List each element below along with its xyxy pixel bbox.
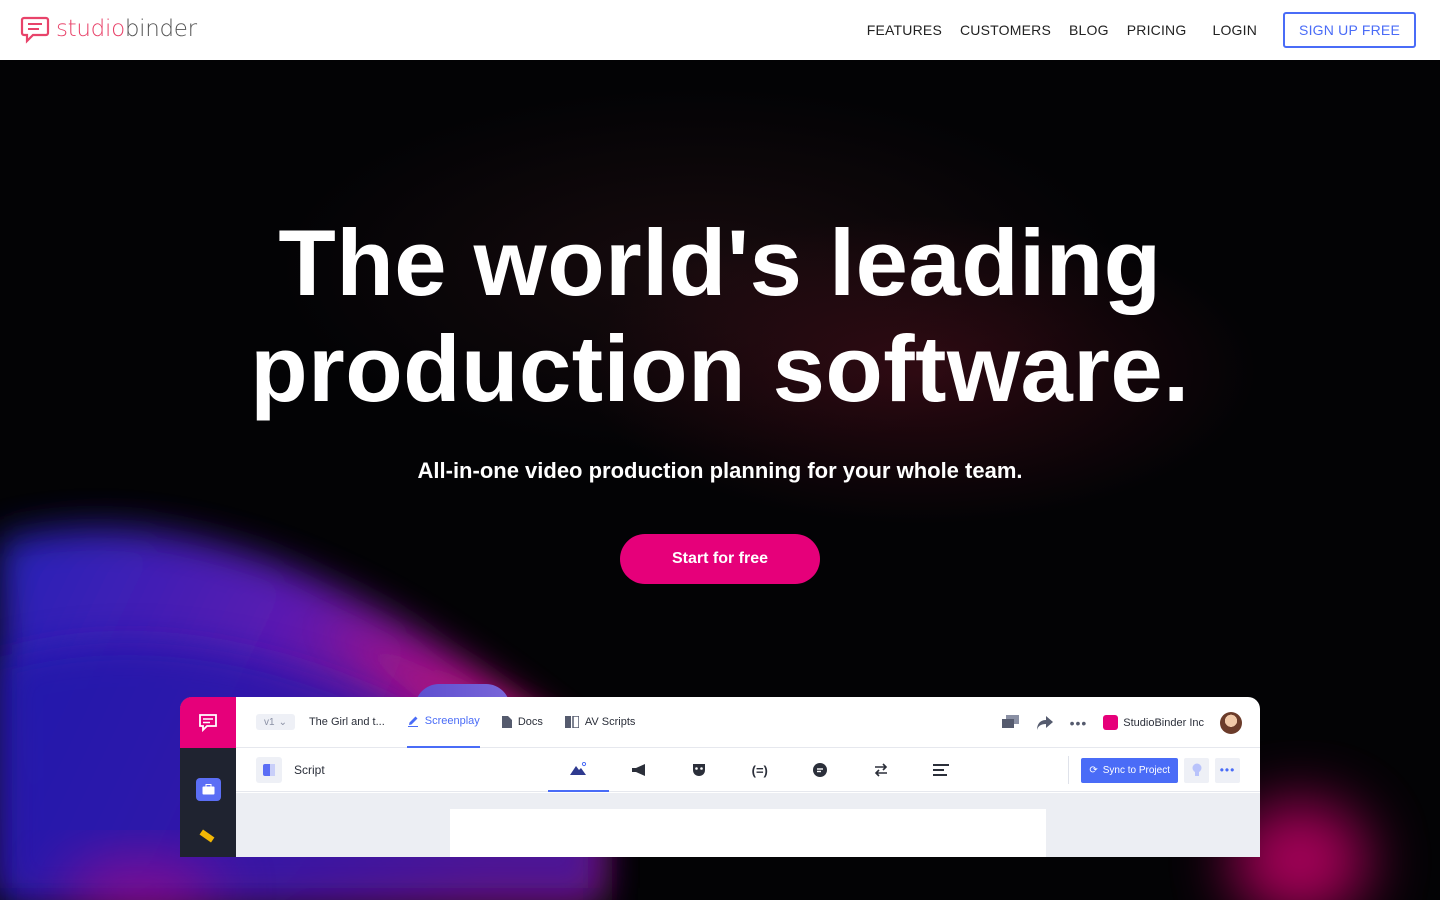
user-avatar[interactable] [1220, 711, 1242, 734]
studiobinder-logo[interactable]: studiobinder [20, 14, 197, 44]
more-options-icon[interactable]: ••• [1215, 757, 1240, 783]
hero-title-line-1: The world's leading [278, 210, 1162, 315]
pencil-icon[interactable] [199, 829, 215, 843]
login-link[interactable]: LOGIN [1212, 22, 1257, 38]
sync-to-project-button[interactable]: ⟳ Sync to Project [1081, 757, 1178, 783]
av-icon [564, 716, 579, 728]
doc-icon [501, 716, 512, 728]
hero-subtitle: All-in-one video production planning for… [417, 458, 1023, 483]
comments-icon[interactable] [1001, 714, 1020, 731]
chevron-down-icon: ⌄ [278, 716, 287, 728]
nav-link-features[interactable]: FEATURES [867, 22, 942, 38]
share-icon[interactable] [1036, 715, 1054, 731]
tab-av-scripts[interactable]: AV Scripts [564, 697, 635, 748]
org-logo-icon [1103, 715, 1119, 730]
scene-heading-icon[interactable] [548, 748, 609, 792]
toolbar-actions: ⟳ Sync to Project ••• [1068, 748, 1240, 792]
hero-title: The world's leading production software. [0, 210, 1440, 422]
element-tools: (=) [548, 748, 972, 792]
script-page[interactable] [450, 809, 1046, 857]
app-logo-tile[interactable] [180, 697, 236, 748]
organization-switcher[interactable]: StudioBinder Inc [1103, 715, 1204, 730]
topbar-actions: ••• StudioBinder Inc [1001, 697, 1242, 748]
nav-link-customers[interactable]: CUSTOMERS [960, 22, 1051, 38]
hero-title-line-2: production software. [250, 316, 1190, 421]
dialogue-icon[interactable] [790, 748, 851, 792]
script-toolbar: Script (=) ⟳ Sync to Project ••• [236, 748, 1260, 792]
app-topbar: v1 ⌄ The Girl and t... Screenplay Docs AV… [236, 697, 1260, 748]
parenthetical-icon[interactable]: (=) [730, 748, 791, 792]
start-for-free-button[interactable]: Start for free [620, 534, 820, 584]
logo-text: studiobinder [56, 16, 197, 42]
nav-link-pricing[interactable]: PRICING [1127, 22, 1187, 38]
chat-bubble-icon [199, 713, 217, 732]
app-preview: v1 ⌄ The Girl and t... Screenplay Docs AV… [180, 697, 1260, 857]
nav-link-blog[interactable]: BLOG [1069, 22, 1109, 38]
lightbulb-icon[interactable] [1184, 757, 1209, 783]
general-text-icon[interactable] [911, 748, 972, 792]
version-select[interactable]: v1 ⌄ [256, 714, 295, 730]
tab-screenplay[interactable]: Screenplay [406, 697, 480, 748]
toolbar-title: Script [294, 762, 325, 777]
top-navbar: studiobinder FEATURES CUSTOMERS BLOG PRI… [0, 0, 1440, 60]
sign-up-free-button[interactable]: SIGN UP FREE [1283, 12, 1416, 48]
pencil-icon [407, 716, 418, 727]
nav-links: FEATURES CUSTOMERS BLOG PRICING LOGIN SI… [849, 12, 1416, 48]
toolbar-divider [1068, 756, 1070, 784]
script-doc-icon[interactable] [256, 756, 282, 783]
sync-icon: ⟳ [1089, 764, 1098, 776]
character-mask-icon[interactable] [669, 748, 730, 792]
more-options-icon[interactable]: ••• [1070, 715, 1088, 731]
tab-docs[interactable]: Docs [501, 697, 543, 748]
chat-bubble-logo-icon [20, 16, 50, 44]
briefcase-icon[interactable] [196, 778, 221, 801]
transition-icon[interactable] [851, 748, 912, 792]
project-name[interactable]: The Girl and t... [309, 716, 385, 728]
app-sidebar [180, 697, 236, 857]
script-canvas [236, 793, 1260, 857]
action-megaphone-icon[interactable] [609, 748, 670, 792]
